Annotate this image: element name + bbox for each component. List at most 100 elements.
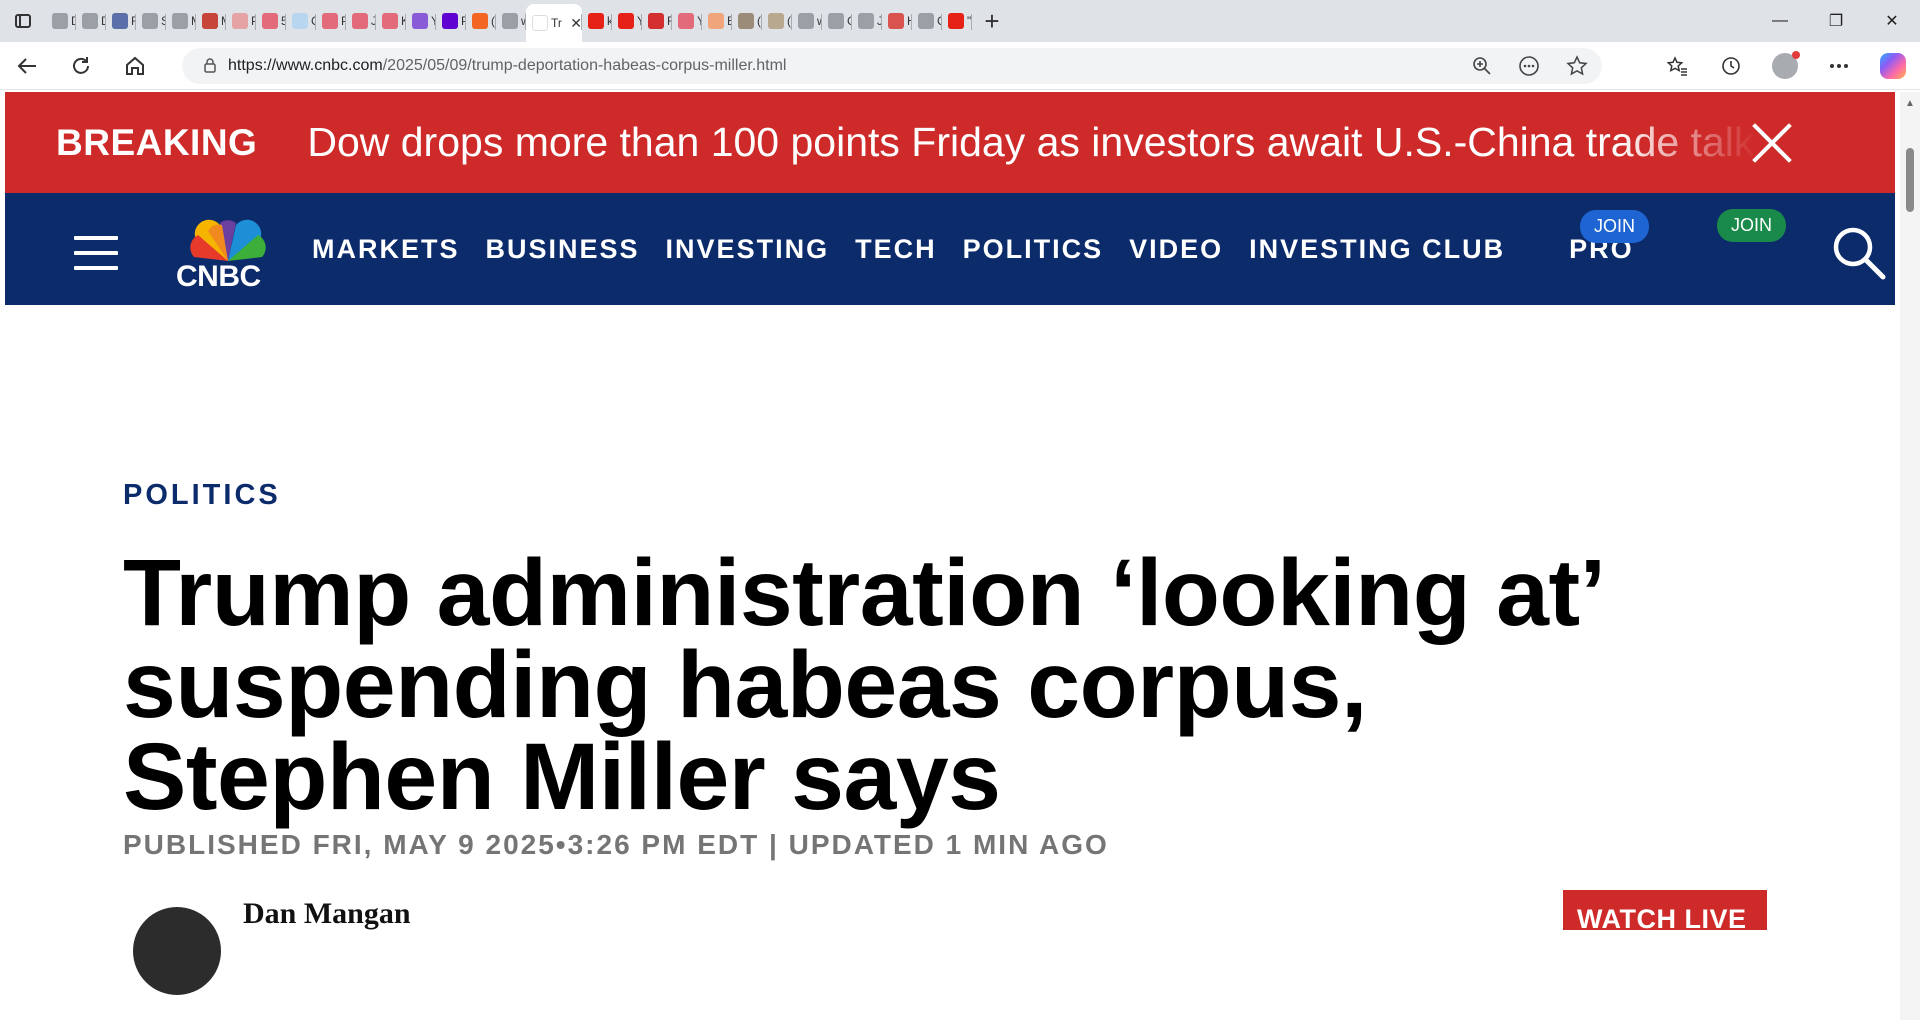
browser-tab[interactable]: w (496, 4, 526, 38)
author-avatar[interactable] (133, 907, 221, 995)
url-text[interactable]: https://www.cnbc.com/2025/05/09/trump-de… (228, 57, 786, 75)
author-name[interactable]: Dan Mangan (243, 897, 411, 931)
more-dots-icon (1830, 64, 1848, 68)
nav-item-markets[interactable]: MARKETS (312, 234, 460, 265)
browser-tab[interactable]: Fo (106, 4, 136, 38)
section-label[interactable]: POLITICS (123, 479, 281, 512)
close-banner-icon[interactable] (1749, 120, 1795, 166)
nav-item-investing-club[interactable]: INVESTING CLUB (1249, 234, 1505, 265)
browser-tab[interactable]: Cl (912, 4, 942, 38)
tab-favicon (708, 13, 724, 29)
breaking-news-banner[interactable]: BREAKING Dow drops more than 100 points … (5, 92, 1895, 193)
scroll-up-arrow-icon[interactable]: ▲ (1905, 98, 1915, 109)
toolbar-right (1650, 42, 1920, 90)
tab-title: Tr (551, 16, 562, 30)
browser-tab[interactable]: D (46, 4, 76, 38)
site-info-icon[interactable] (192, 57, 228, 76)
browser-tab[interactable]: 50 (256, 4, 286, 38)
favorites-icon (1666, 56, 1687, 76)
profile-button[interactable] (1758, 46, 1812, 86)
nav-item-investing[interactable]: INVESTING (666, 234, 830, 265)
browser-tab[interactable]: M (166, 4, 196, 38)
zoom-icon[interactable] (1472, 56, 1492, 76)
nav-item-video[interactable]: VIDEO (1129, 234, 1223, 265)
minimize-button[interactable]: — (1752, 0, 1808, 42)
browser-tab[interactable]: H (882, 4, 912, 38)
browser-tab[interactable]: w (792, 4, 822, 38)
breaking-headline[interactable]: Dow drops more than 100 points Friday as… (307, 119, 1758, 166)
browser-tab[interactable]: M (196, 4, 226, 38)
tab-favicon (798, 13, 814, 29)
browser-toolbar: https://www.cnbc.com/2025/05/09/trump-de… (0, 42, 1920, 90)
browser-tab[interactable]: Yo (612, 4, 642, 38)
browser-tab-strip: DDFoSlMMPi50ClPeJeKyYaPa(1w Tr ✕ keYoFuY… (0, 0, 1920, 42)
nav-item-business[interactable]: BUSINESS (486, 234, 640, 265)
browser-tab[interactable]: Fu (642, 4, 672, 38)
tab-actions-button[interactable] (0, 0, 46, 42)
nav-item-tech[interactable]: TECH (855, 234, 937, 265)
browser-tab[interactable]: Sl (136, 4, 166, 38)
browser-tab[interactable]: Je (346, 4, 376, 38)
browser-tab[interactable]: (1 (732, 4, 762, 38)
browser-tab[interactable]: Pa (436, 4, 466, 38)
favorites-button[interactable] (1650, 46, 1704, 86)
favorite-star-icon[interactable] (1566, 55, 1588, 77)
address-bar-actions (1472, 48, 1588, 84)
browser-tab[interactable]: Cl (286, 4, 316, 38)
more-tools-icon[interactable] (1518, 55, 1540, 77)
cnbc-logo[interactable]: CNBC (172, 207, 284, 295)
tab-favicon (292, 13, 308, 29)
tab-favicon (888, 13, 904, 29)
home-icon (126, 56, 144, 75)
new-tab-button[interactable]: + (972, 1, 1012, 41)
nav-item-politics[interactable]: POLITICS (963, 234, 1104, 265)
scrollbar-thumb[interactable] (1906, 148, 1914, 212)
tab-favicon (232, 13, 248, 29)
browser-tab[interactable]: Yo (672, 4, 702, 38)
tab-favicon (112, 13, 128, 29)
close-window-button[interactable]: ✕ (1864, 0, 1920, 42)
browser-tab[interactable]: (1 (466, 4, 496, 38)
history-button[interactable] (1704, 46, 1758, 86)
tab-favicon (442, 13, 458, 29)
watch-live-button[interactable]: WATCH LIVE (1563, 890, 1767, 930)
tab-list: DDFoSlMMPi50ClPeJeKyYaPa(1w (46, 0, 526, 42)
tab-favicon (768, 13, 784, 29)
settings-more-button[interactable] (1812, 46, 1866, 86)
address-bar[interactable]: https://www.cnbc.com/2025/05/09/trump-de… (182, 48, 1602, 84)
page-scrollbar[interactable]: ▲ (1900, 92, 1920, 1020)
restore-button[interactable]: ❐ (1808, 0, 1864, 42)
browser-tab[interactable]: D (76, 4, 106, 38)
browser-tab[interactable]: ke (582, 4, 612, 38)
back-button[interactable] (0, 46, 54, 86)
home-button[interactable] (108, 46, 162, 86)
tab-favicon (412, 13, 428, 29)
browser-tab[interactable]: (1 (762, 4, 792, 38)
refresh-button[interactable] (54, 46, 108, 86)
browser-tab[interactable]: Bi (702, 4, 732, 38)
back-arrow-icon (17, 57, 36, 74)
search-icon[interactable] (1829, 223, 1889, 283)
hamburger-menu-icon[interactable] (74, 236, 118, 270)
tab-favicon (82, 13, 98, 29)
browser-tab[interactable]: JL (852, 4, 882, 38)
close-tab-icon[interactable]: ✕ (570, 15, 582, 32)
copilot-button[interactable] (1866, 46, 1920, 86)
peacock-logo-icon (190, 219, 266, 261)
tab-favicon (172, 13, 188, 29)
tab-favicon (502, 13, 518, 29)
join-investing-club-badge[interactable]: JOIN (1580, 210, 1650, 243)
nav-menu: MARKETS BUSINESS INVESTING TECH POLITICS VIDE… (312, 193, 1660, 305)
active-tab[interactable]: Tr ✕ (526, 4, 582, 42)
browser-tab[interactable]: "E (942, 4, 972, 38)
tab-favicon (618, 13, 634, 29)
browser-tab[interactable]: Pe (316, 4, 346, 38)
browser-tab[interactable]: Ky (376, 4, 406, 38)
browser-tab[interactable]: G (822, 4, 852, 38)
browser-tab[interactable]: Pi (226, 4, 256, 38)
tab-actions-icon (15, 14, 31, 28)
join-pro-badge[interactable]: JOIN (1717, 209, 1787, 242)
tab-favicon (322, 13, 338, 29)
window-controls: — ❐ ✕ (1752, 0, 1920, 42)
browser-tab[interactable]: Ya (406, 4, 436, 38)
